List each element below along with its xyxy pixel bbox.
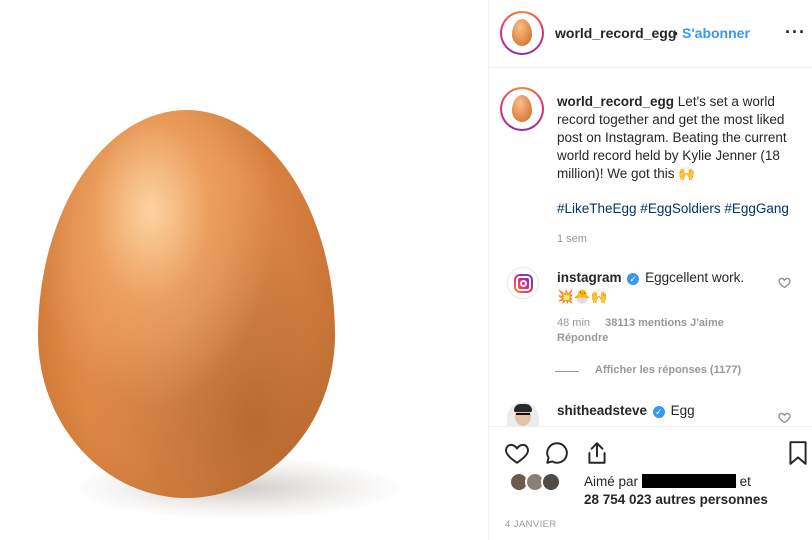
liked-by-text: Aimé par et 28 754 023 autres personnes: [584, 473, 809, 509]
comment-text: Eggcellent work.: [645, 270, 745, 285]
caption-username[interactable]: world_record_egg: [557, 94, 674, 109]
comment-likes[interactable]: 38113 mentions J'aime: [605, 317, 724, 329]
post-image[interactable]: [0, 0, 488, 540]
post-actions: Aimé par et 28 754 023 autres personnes …: [489, 426, 812, 540]
share-icon[interactable]: [584, 440, 610, 466]
save-bookmark-icon[interactable]: [785, 440, 811, 466]
egg-photo: [38, 110, 335, 498]
follow-button[interactable]: S'abonner: [682, 25, 750, 41]
verified-badge-icon: ✓: [652, 406, 665, 418]
author-username[interactable]: world_record_egg: [555, 25, 676, 41]
liked-by-suffix: et: [739, 474, 751, 489]
post-header: world_record_egg • S'abonner ···: [489, 0, 812, 68]
avatar-glasses: [516, 413, 530, 417]
post-sidebar: world_record_egg • S'abonner ··· world_r…: [489, 0, 812, 540]
comment-bubble-icon[interactable]: [544, 440, 570, 466]
comment-instagram: instagram ✓ Eggcellent work. 💥🐣🙌: [557, 268, 777, 306]
avatar-hair: [514, 404, 532, 412]
instagram-avatar[interactable]: [507, 267, 539, 299]
liked-by-prefix: Aimé par: [584, 474, 639, 489]
comment-username[interactable]: shitheadsteve: [557, 403, 647, 418]
comment-emojis: 💥🐣🙌: [557, 289, 608, 304]
header-separator: •: [673, 25, 678, 41]
egg-avatar-icon: [512, 95, 532, 122]
post-date[interactable]: 4 JANVIER: [505, 519, 557, 530]
egg-avatar-icon: [512, 19, 532, 46]
view-replies-button[interactable]: Afficher les réponses (1177): [595, 364, 741, 376]
comment-time[interactable]: 48 min: [557, 317, 590, 329]
caption: world_record_egg Let's set a world recor…: [557, 93, 803, 183]
instagram-logo-icon: [514, 274, 533, 293]
comment-shitheadsteve: shitheadsteve ✓ Egg: [557, 403, 695, 418]
more-options-icon[interactable]: ···: [785, 22, 806, 43]
caption-hashtags[interactable]: #LikeTheEgg #EggSoldiers #EggGang: [557, 201, 789, 216]
comment-like-heart-icon[interactable]: [778, 276, 791, 289]
reply-button[interactable]: Répondre: [557, 332, 608, 344]
liked-by-others[interactable]: 28 754 023 autres personnes: [584, 492, 768, 507]
caption-time[interactable]: 1 sem: [557, 233, 587, 245]
comment-meta: 48 min 38113 mentions J'aime: [557, 317, 736, 329]
comment-username[interactable]: instagram: [557, 270, 622, 285]
caption-avatar[interactable]: [500, 87, 544, 131]
author-avatar[interactable]: [500, 11, 544, 55]
liker-avatar[interactable]: [541, 472, 561, 492]
view-replies-line: [555, 371, 579, 372]
redacted-username: [641, 474, 736, 488]
like-heart-icon[interactable]: [504, 440, 530, 466]
shitheadsteve-avatar[interactable]: [507, 402, 539, 426]
comment-like-heart-icon[interactable]: [778, 411, 791, 424]
comment-text: Egg: [670, 403, 695, 418]
verified-badge-icon: ✓: [627, 273, 640, 285]
